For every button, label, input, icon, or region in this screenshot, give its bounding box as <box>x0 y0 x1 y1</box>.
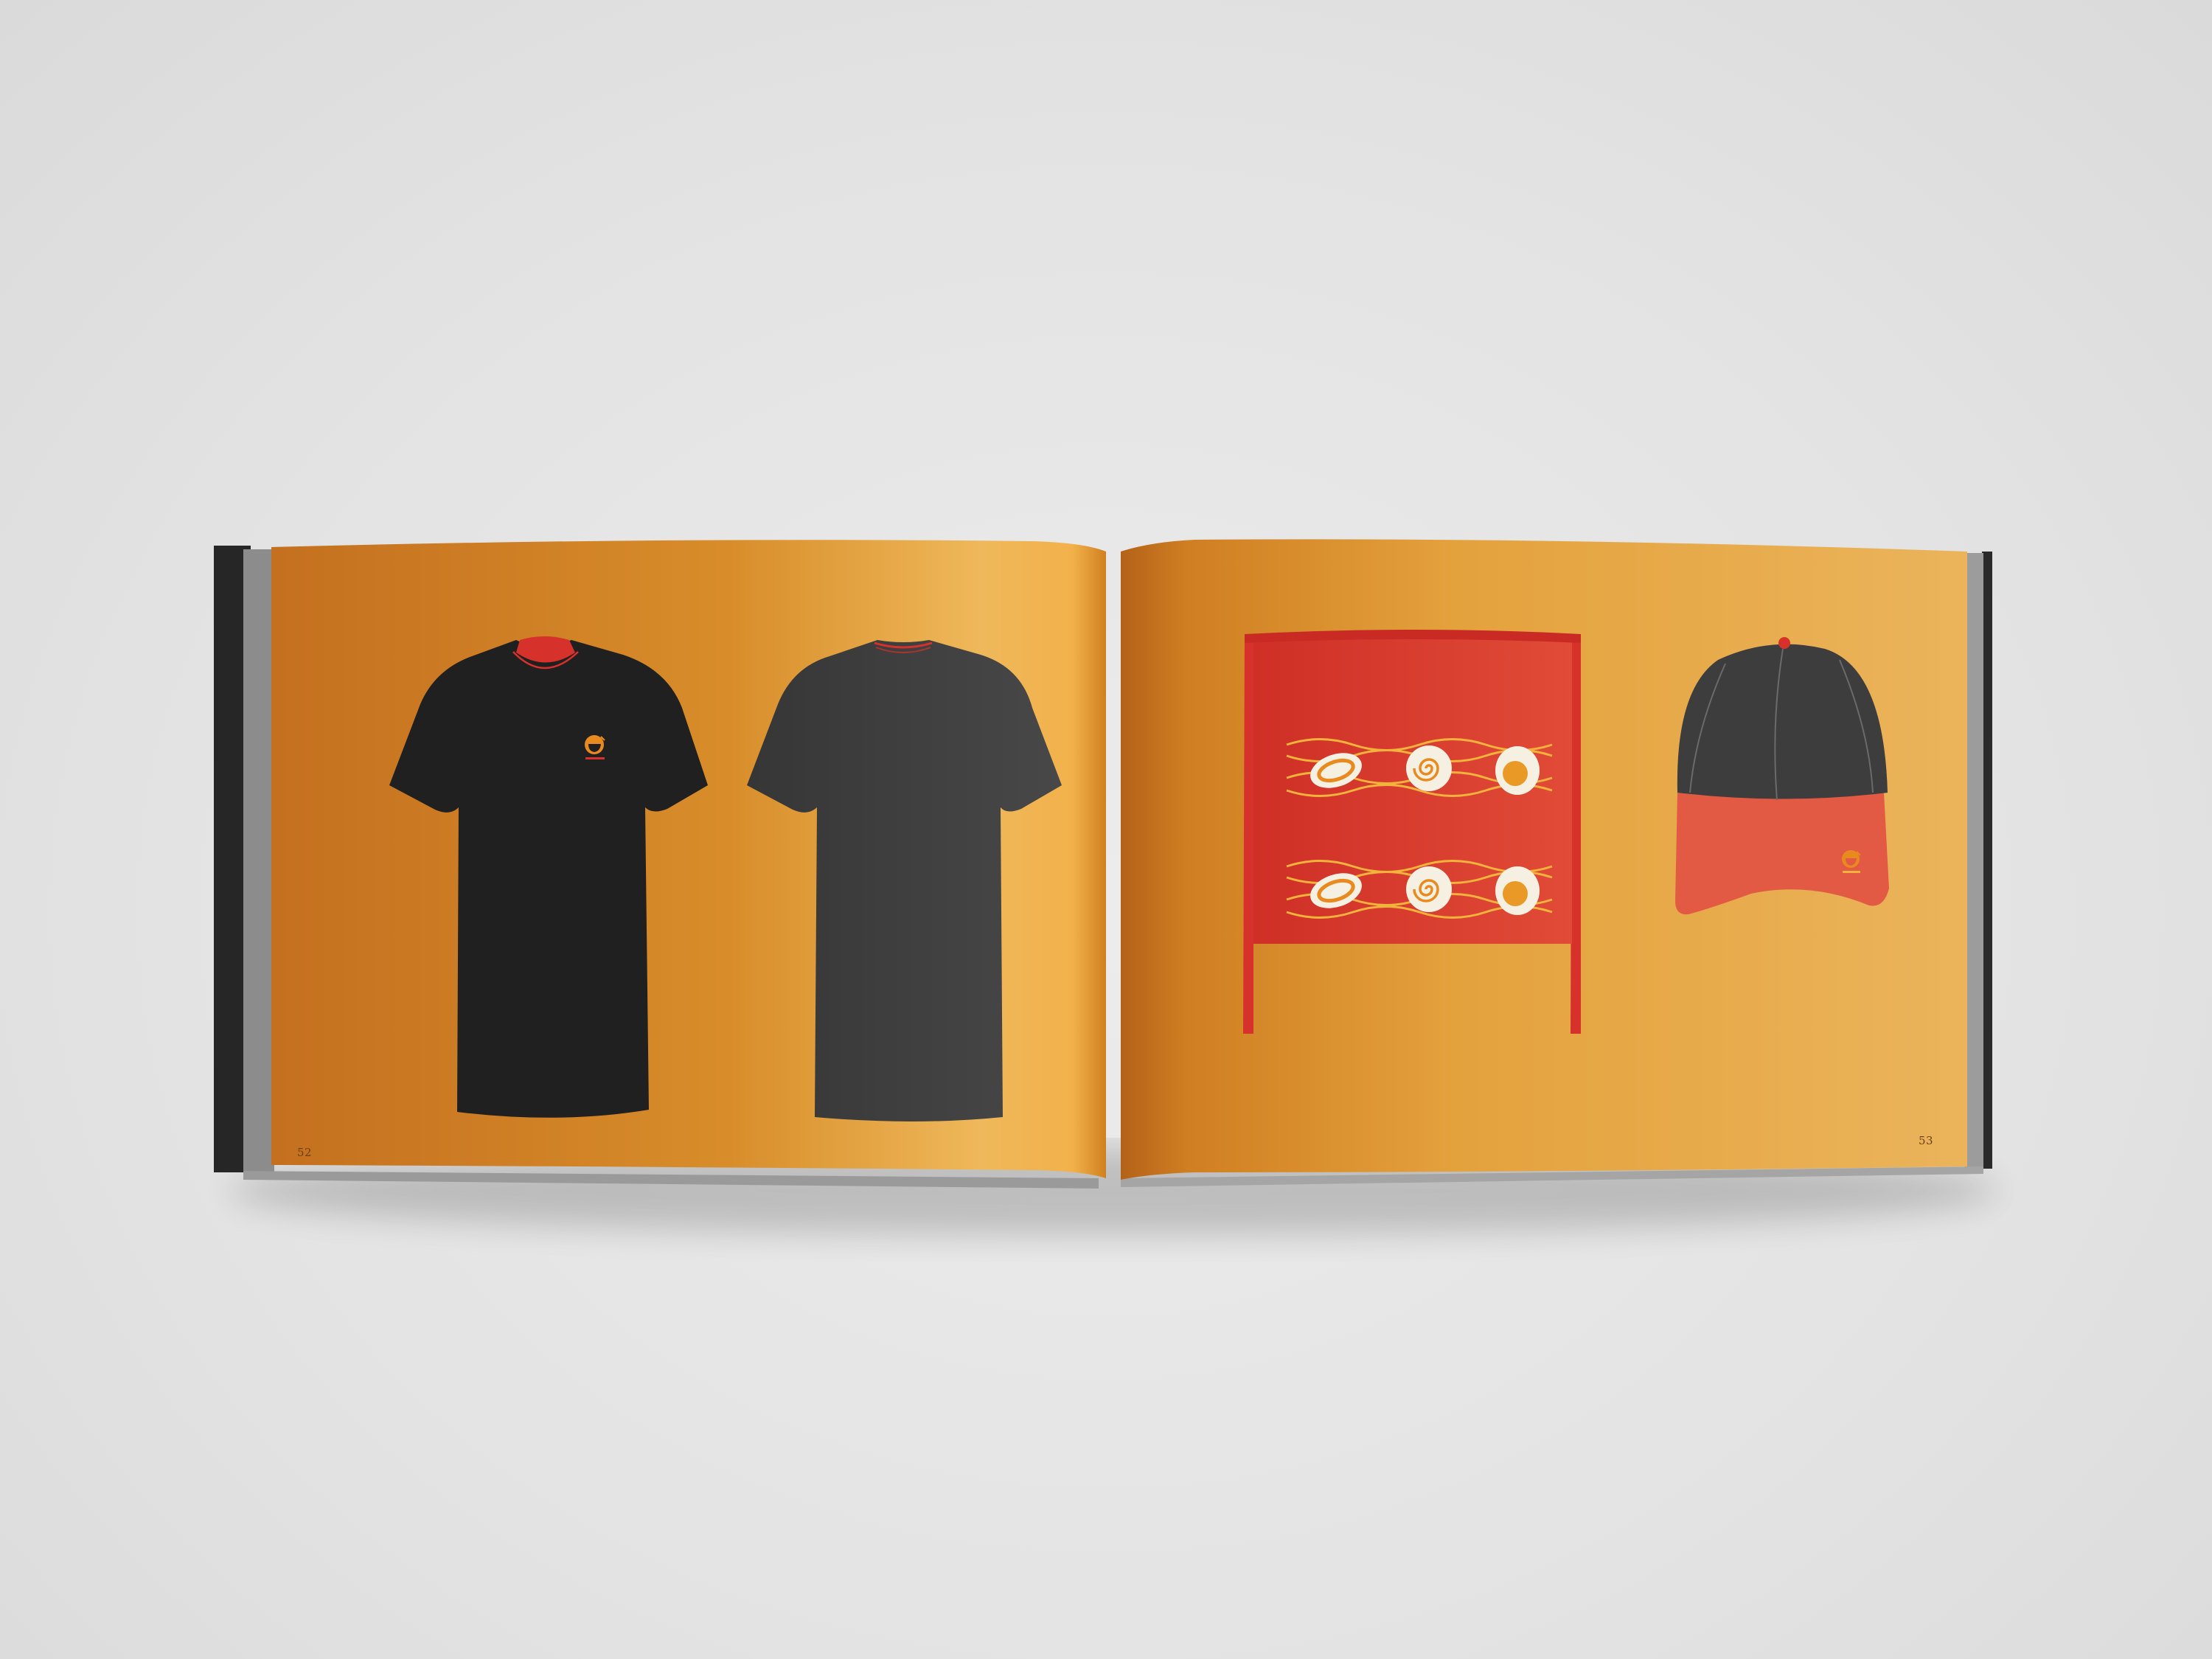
page-number-left: 52 <box>297 1146 313 1159</box>
apron-strap-right <box>1571 634 1581 1034</box>
book-mockup <box>214 539 1998 1235</box>
page-number-right: 53 <box>1919 1134 1934 1147</box>
book-page-stack-left <box>243 549 274 1174</box>
book-cover-edge-right <box>1982 552 1992 1169</box>
book-page-stack-right <box>1965 553 1983 1169</box>
apron-naruto-icon <box>1406 866 1452 912</box>
apron-egg-icon <box>1495 746 1540 795</box>
apron-strap-left <box>1243 634 1253 1034</box>
apron-egg-icon <box>1495 866 1540 915</box>
baseball-cap <box>1675 637 1889 915</box>
apron-naruto-icon <box>1406 745 1452 791</box>
cap-button <box>1778 637 1790 649</box>
